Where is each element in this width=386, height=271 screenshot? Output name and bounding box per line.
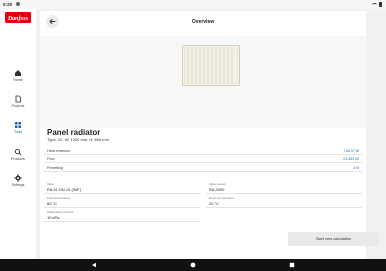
panel-radiator-image — [182, 45, 240, 86]
main-content: Overview Panel radiator Type: 20, W: 120… — [36, 9, 386, 259]
svg-text:Danfoss: Danfoss — [7, 16, 29, 22]
wifi-icon — [372, 2, 377, 7]
search-icon — [14, 148, 22, 156]
param-differential-pressure: Differential pressure 10 kPa — [44, 209, 200, 222]
param-room-temperature: Room temperature 20 °C — [206, 195, 362, 208]
system-navigation-bar — [0, 259, 386, 271]
result-value: 3 N — [353, 165, 359, 170]
results-list: Heat emission 748.37 W Flow 21.453 l/h P… — [44, 146, 362, 172]
param-valve: Valve RA-N, DN 10 (3/8") — [44, 181, 200, 194]
result-label: Presetting — [47, 165, 64, 170]
document-icon — [15, 95, 21, 103]
result-value: 21.453 l/h — [343, 157, 359, 161]
nav-label-projects: Projects — [11, 104, 25, 108]
nav-item-tools[interactable]: Tools — [0, 121, 36, 141]
param-value: 60 °C — [47, 201, 58, 206]
result-label: Heat emission — [47, 148, 70, 153]
nav-item-settings[interactable]: Settings — [0, 174, 36, 194]
nav-item-home[interactable]: Home — [0, 69, 36, 89]
status-icons — [372, 2, 382, 7]
product-type: Type: 20, W: 1200 mm, H: 600 mm — [47, 137, 109, 142]
nav-label-home: Home — [13, 78, 23, 82]
notification-icon — [16, 2, 20, 6]
param-label: Valve — [47, 182, 55, 186]
nav-label-settings: Settings — [11, 183, 25, 187]
param-label: Differential pressure — [47, 210, 74, 214]
battery-icon — [379, 2, 382, 7]
navigation-rail: Danfoss Home Projects Tools Products Set… — [0, 9, 36, 259]
result-label: Flow — [47, 157, 55, 161]
page-title: Overview — [191, 19, 215, 25]
status-bar: 9:29 — [0, 0, 386, 9]
param-label: Valve sensor — [209, 182, 227, 186]
nav-label-tools: Tools — [13, 130, 23, 134]
result-row-heat-emission: Heat emission 748.37 W — [44, 146, 362, 155]
nav-label-products: Products — [11, 157, 25, 161]
nav-item-projects[interactable]: Projects — [0, 95, 36, 115]
nav-item-products[interactable]: Products — [0, 148, 36, 168]
danfoss-logo: Danfoss — [5, 12, 31, 23]
param-label: Flow temperature — [47, 196, 71, 200]
gear-icon — [14, 174, 22, 182]
param-label: Room temperature — [209, 196, 235, 200]
product-name: Panel radiator — [47, 128, 101, 137]
param-value: 10 kPa — [47, 215, 60, 220]
start-new-calculation-button[interactable]: Start new calculation — [288, 232, 379, 246]
param-value: RA 2000 — [209, 187, 225, 192]
home-icon — [15, 70, 21, 76]
grid-icon — [15, 122, 21, 128]
nav-home-icon[interactable] — [190, 262, 196, 268]
result-row-presetting: Presetting 3 N — [44, 163, 362, 172]
param-value: 20 °C — [209, 201, 220, 206]
overview-card: Overview Panel radiator Type: 20, W: 120… — [40, 11, 366, 259]
result-value: 748.37 W — [343, 148, 359, 153]
param-valve-sensor: Valve sensor RA 2000 — [206, 181, 362, 194]
param-value: RA-N, DN 10 (3/8") — [47, 187, 82, 192]
param-flow-temperature: Flow temperature 60 °C — [44, 195, 200, 208]
nav-back-icon[interactable] — [91, 262, 97, 268]
result-row-flow: Flow 21.453 l/h — [44, 155, 362, 163]
status-time: 9:29 — [3, 2, 13, 7]
nav-recents-icon[interactable] — [289, 262, 295, 268]
